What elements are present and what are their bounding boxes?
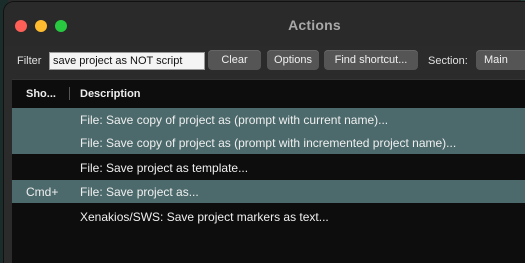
column-header-description[interactable]: Description [80, 88, 141, 100]
section-label: Section: [428, 55, 468, 67]
row-description: File: Save copy of project as (prompt wi… [80, 136, 457, 150]
table-row[interactable]: Cmd+ File: Save project as... [12, 180, 525, 203]
window-title: Actions [288, 17, 341, 33]
clear-button[interactable]: Clear [208, 50, 261, 70]
options-button[interactable]: Options [267, 50, 319, 70]
table-row[interactable]: File: Save project as template... [12, 156, 525, 179]
column-divider[interactable] [69, 87, 70, 100]
table-row[interactable]: File: Save copy of project as (prompt wi… [12, 131, 525, 154]
row-description: File: Save project as template... [80, 161, 249, 175]
column-header-shortcut[interactable]: Sho... [26, 88, 56, 100]
title-bar[interactable]: Actions [4, 2, 525, 46]
table-row[interactable]: File: Save copy of project as (prompt wi… [12, 108, 525, 131]
filter-input[interactable] [49, 52, 205, 70]
filter-label: Filter [17, 55, 42, 67]
toolbar: Filter Clear Options Find shortcut... Se… [4, 49, 525, 73]
section-select[interactable]: Main [476, 50, 525, 70]
table-row[interactable]: Xenakios/SWS: Save project markers as te… [12, 205, 525, 228]
list-header: Sho... Description [12, 80, 525, 107]
find-shortcut-button[interactable]: Find shortcut... [324, 50, 418, 70]
row-description: File: Save project as... [80, 185, 199, 199]
row-description: File: Save copy of project as (prompt wi… [80, 113, 389, 127]
actions-window: Actions Filter Clear Options Find shortc… [4, 2, 525, 263]
row-description: Xenakios/SWS: Save project markers as te… [80, 210, 329, 224]
row-shortcut: Cmd+ [26, 185, 59, 199]
actions-list[interactable]: Sho... Description File: Save copy of pr… [12, 79, 525, 263]
